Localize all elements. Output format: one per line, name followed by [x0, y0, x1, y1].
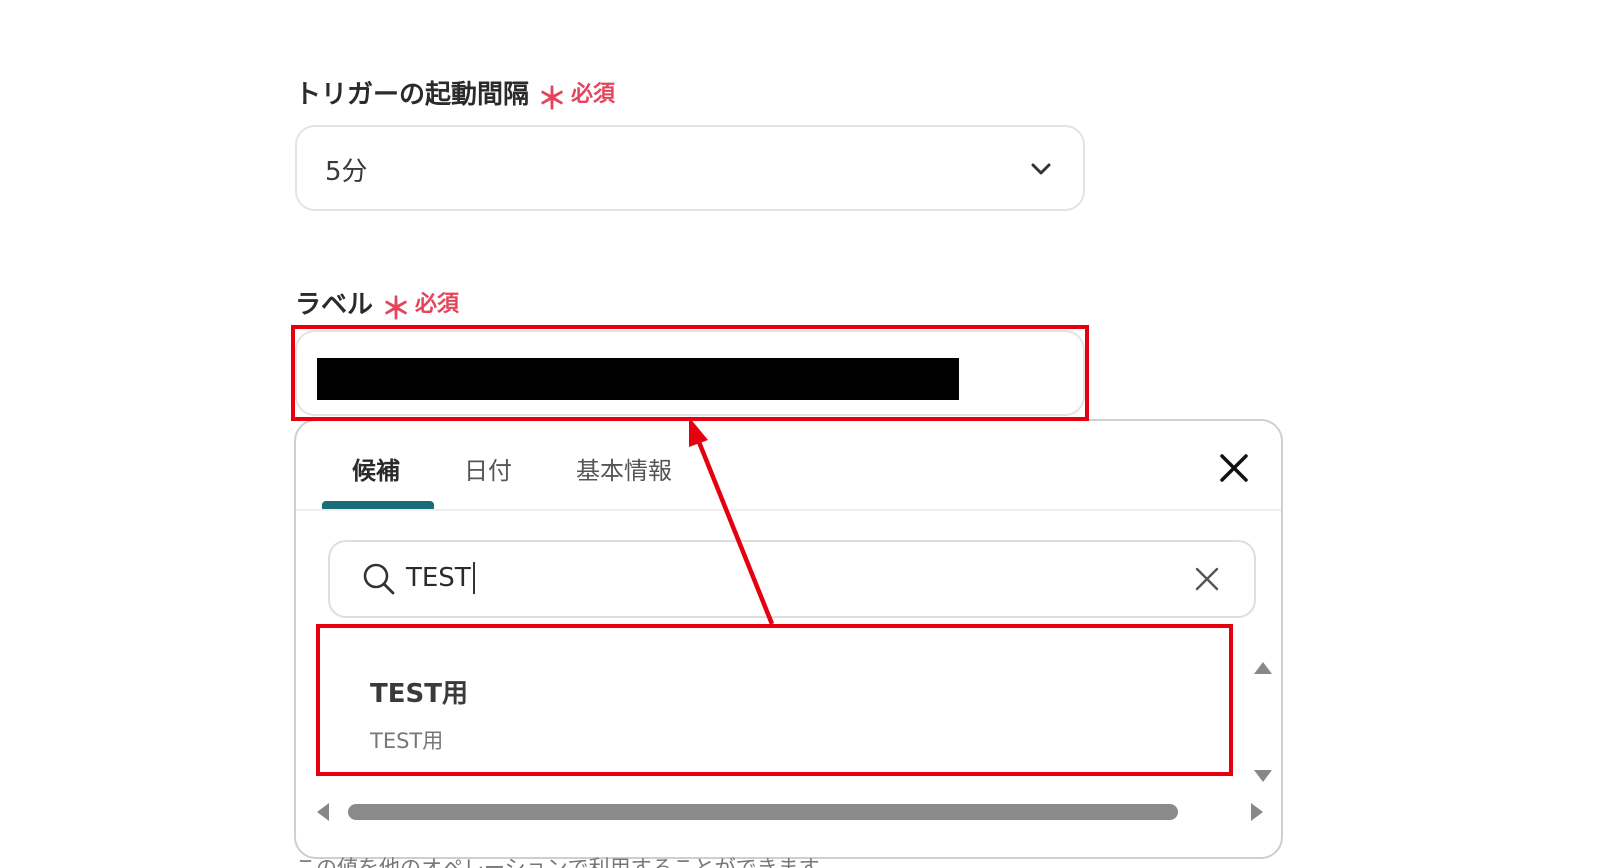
scroll-up-arrow-icon[interactable]: [1253, 661, 1273, 675]
picker-tabs: 候補 日付 基本情報: [296, 421, 1281, 511]
search-query: TEST: [406, 563, 471, 593]
required-badge: ＊ 必須: [537, 70, 616, 117]
trigger-interval-value: 5分: [325, 157, 368, 187]
trigger-interval-label-row: トリガーの起動間隔 ＊ 必須: [295, 70, 616, 118]
trigger-interval-select[interactable]: 5分: [295, 125, 1085, 211]
clear-icon[interactable]: [1194, 566, 1220, 592]
redacted-value: [317, 358, 959, 400]
picker-search-input[interactable]: TEST: [328, 540, 1256, 618]
text-caret: [472, 562, 475, 594]
tab-date[interactable]: 日付: [464, 451, 512, 486]
required-text: 必須: [571, 82, 616, 107]
search-query-wrapper: TEST: [406, 562, 475, 594]
horizontal-scrollbar-thumb[interactable]: [348, 804, 1178, 820]
required-star: ＊: [381, 292, 412, 327]
label-field-label: ラベル: [295, 289, 374, 320]
scroll-down-arrow-icon[interactable]: [1253, 769, 1273, 783]
result-subtitle: TEST用: [370, 729, 444, 753]
active-tab-indicator: [322, 501, 434, 509]
scroll-left-arrow-icon[interactable]: [316, 802, 330, 822]
result-title: TEST用: [370, 679, 468, 709]
variable-picker: 候補 日付 基本情報 TEST TEST用 TEST用: [294, 419, 1283, 859]
scroll-right-arrow-icon[interactable]: [1250, 802, 1264, 822]
form-page: トリガーの起動間隔 ＊ 必須 5分 ラベル ＊ 必須 候補 日付 基本情報 TE…: [0, 0, 1600, 868]
helper-text: この値を他のオペレーションで利用することができます。: [295, 856, 839, 868]
tab-candidates[interactable]: 候補: [352, 451, 400, 486]
result-item[interactable]: TEST用 TEST用: [322, 629, 1217, 777]
required-text: 必須: [415, 292, 460, 317]
label-field-label-row: ラベル ＊ 必須: [295, 280, 460, 328]
required-badge: ＊ 必須: [381, 280, 460, 327]
required-star: ＊: [537, 82, 568, 117]
tab-basic-info[interactable]: 基本情報: [576, 451, 672, 486]
close-icon[interactable]: [1217, 451, 1251, 485]
label-input[interactable]: [295, 330, 1085, 416]
trigger-interval-label: トリガーの起動間隔: [295, 79, 530, 110]
search-icon: [363, 563, 395, 595]
chevron-down-icon: [1031, 163, 1051, 175]
